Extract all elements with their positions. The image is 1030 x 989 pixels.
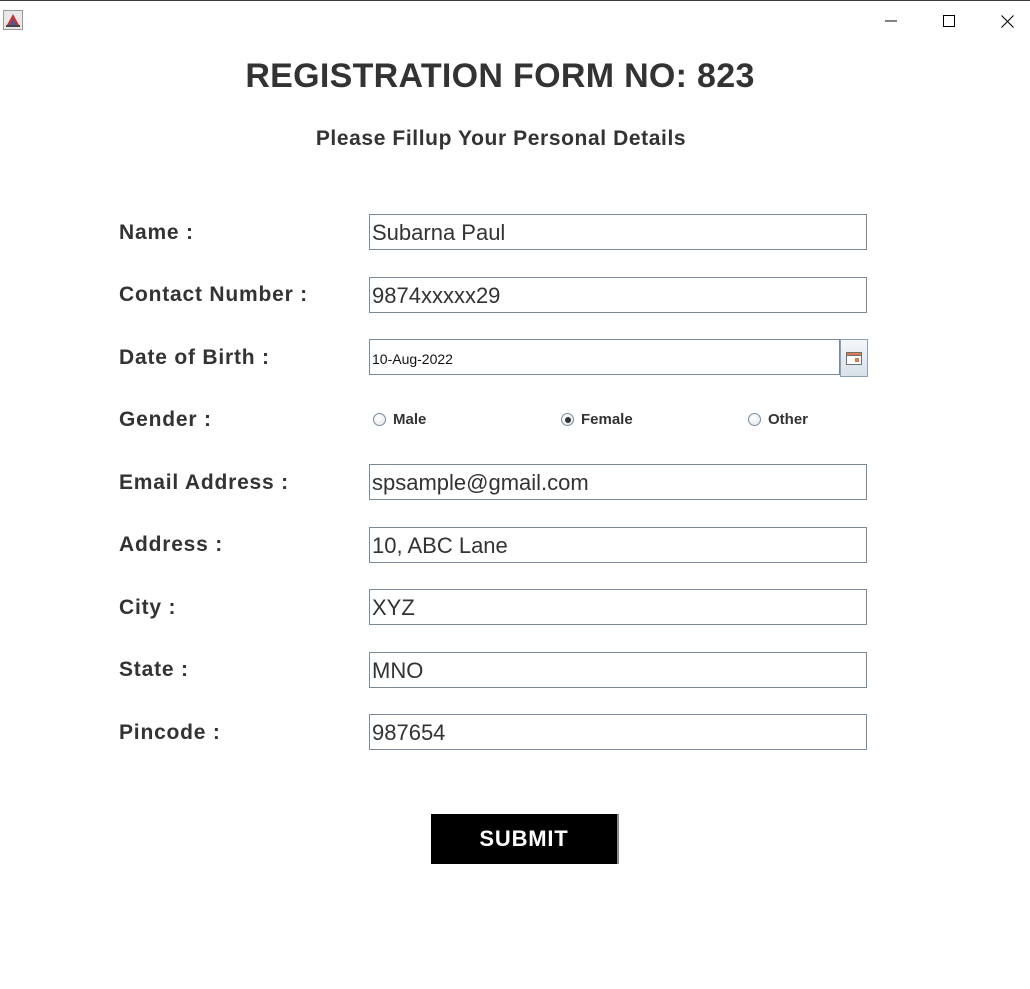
- city-label: City :: [119, 596, 177, 619]
- radio-other-label: Other: [768, 411, 809, 428]
- form-title: REGISTRATION FORM NO: 823: [245, 57, 755, 95]
- minimize-icon: [885, 20, 897, 22]
- gender-radio-male[interactable]: Male: [373, 411, 426, 428]
- address-input[interactable]: [369, 527, 867, 563]
- submit-button[interactable]: SUBMIT: [431, 814, 619, 864]
- name-label: Name :: [119, 221, 194, 244]
- email-input[interactable]: [369, 464, 867, 500]
- email-label: Email Address :: [119, 471, 289, 494]
- maximize-button[interactable]: [920, 2, 978, 40]
- name-input[interactable]: [369, 214, 867, 250]
- date-of-birth-input[interactable]: [369, 339, 840, 375]
- radio-male-indicator[interactable]: [373, 413, 386, 426]
- city-input[interactable]: [369, 589, 867, 625]
- state-input[interactable]: [369, 652, 867, 688]
- gender-radio-female[interactable]: Female: [561, 411, 633, 428]
- maximize-icon: [943, 15, 955, 27]
- gender-radio-other[interactable]: Other: [748, 411, 808, 428]
- contact-number-input[interactable]: [369, 277, 867, 313]
- radio-male-label: Male: [393, 411, 427, 428]
- radio-female-indicator[interactable]: [561, 413, 574, 426]
- registration-window: REGISTRATION FORM NO: 823 Please Fillup …: [0, 0, 1030, 989]
- date-of-birth-label: Date of Birth :: [119, 346, 270, 369]
- title-bar: [0, 1, 1030, 39]
- form-subtitle: Please Fillup Your Personal Details: [315, 127, 687, 150]
- address-label: Address :: [119, 533, 224, 556]
- contact-number-label: Contact Number :: [119, 283, 308, 306]
- gender-label: Gender :: [119, 408, 212, 431]
- pincode-label: Pincode :: [119, 721, 221, 744]
- date-picker-button[interactable]: [840, 339, 868, 377]
- minimize-button[interactable]: [862, 2, 920, 40]
- pincode-input[interactable]: [369, 714, 867, 750]
- close-button[interactable]: [978, 2, 1030, 40]
- state-label: State :: [119, 658, 189, 681]
- radio-female-label: Female: [581, 411, 633, 428]
- close-icon: [1000, 14, 1014, 28]
- java-app-icon: [3, 10, 23, 30]
- calendar-icon: [846, 351, 862, 365]
- radio-other-indicator[interactable]: [748, 413, 761, 426]
